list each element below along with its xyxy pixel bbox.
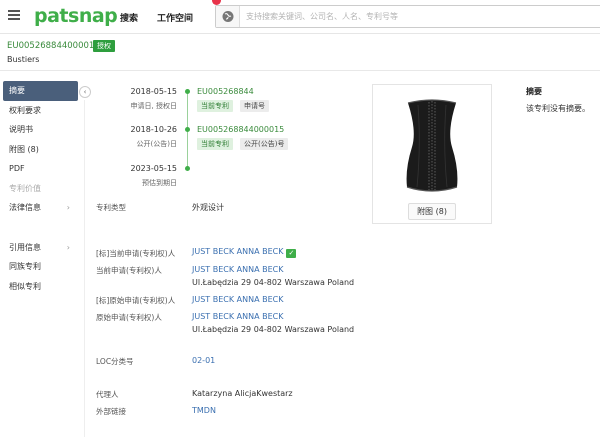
original-assignee-link[interactable]: JUST BECK ANNA BECK: [192, 312, 283, 321]
agent-label: 代理人: [96, 390, 119, 399]
external-link-label: 外部链接: [96, 407, 126, 416]
agent-value: Katarzyna AlicjaKwestarz: [192, 389, 293, 398]
sidebar-item-pdf[interactable]: PDF: [0, 159, 78, 179]
search-box[interactable]: 支持搜索关键词、公司名、人名、专利号等: [215, 5, 600, 28]
original-assignee-label: 原始申请(专利权)人: [96, 313, 162, 322]
sidebar-item-label: 相似专利: [9, 281, 41, 291]
verified-icon: ✓: [286, 249, 297, 258]
current-patent-tag: 当前专利: [197, 100, 233, 112]
menu-icon[interactable]: [8, 10, 20, 20]
patent-number: EU005268844000015: [7, 41, 100, 51]
application-number-link[interactable]: EU005268844: [197, 87, 254, 96]
top-bar: patsnap 搜索 工作空间 支持搜索关键词、公司名、人名、专利号等: [0, 0, 600, 34]
sidebar-item-label: 说明书: [9, 125, 33, 134]
patent-title: Bustiers: [7, 55, 40, 64]
timeline-date: 2018-10-26: [130, 125, 178, 134]
sidebar-item-label: 法律信息: [9, 203, 41, 212]
timeline-date-label: 预估到期日: [142, 179, 177, 187]
globe-icon[interactable]: [216, 6, 240, 27]
sidebar-item-label: 同族专利: [9, 262, 41, 271]
patent-header: EU005268844000015 授权 Bustiers: [0, 34, 600, 71]
status-badge: 授权: [93, 40, 115, 52]
sidebar: 摘要 权利要求 说明书 附图 (8) PDF 专利价值 法律信息 › 引用信息 › …: [0, 81, 78, 296]
timeline-dot: [185, 89, 190, 94]
timeline-dot: [185, 127, 190, 132]
collapse-sidebar-button[interactable]: ‹: [79, 86, 91, 98]
chevron-right-icon: ›: [66, 203, 70, 212]
sidebar-item-citations[interactable]: 引用信息 ›: [0, 238, 78, 258]
std-original-assignee-link[interactable]: JUST BECK ANNA BECK: [192, 295, 283, 304]
sidebar-item-label: 权利要求: [9, 105, 41, 115]
timeline-dot: [185, 166, 190, 171]
loc-label: LOC分类号: [96, 357, 134, 366]
drawing-caption: 附图 (8): [373, 203, 491, 220]
sidebar-item-label: 附图 (8): [9, 144, 39, 154]
current-patent-tag: 当前专利: [197, 138, 233, 150]
current-assignee-link[interactable]: JUST BECK ANNA BECK: [192, 265, 283, 274]
sidebar-item-legal[interactable]: 法律信息 ›: [0, 198, 78, 218]
sidebar-item-family[interactable]: 同族专利: [0, 257, 78, 277]
assignee-name[interactable]: JUST BECK ANNA BECK: [192, 247, 283, 256]
drawing-card[interactable]: 附图 (8): [372, 84, 492, 224]
patent-type-label: 专利类型: [96, 203, 126, 212]
current-assignee-address: Ul.Łabędzia 29 04-802 Warszawa Poland: [192, 278, 355, 287]
nav-search[interactable]: 搜索: [120, 11, 138, 24]
loc-link[interactable]: 02-01: [192, 356, 215, 365]
sidebar-item-description[interactable]: 说明书: [0, 120, 78, 140]
sidebar-item-label: 引用信息: [9, 242, 41, 252]
sidebar-item-similar[interactable]: 相似专利: [0, 277, 78, 297]
timeline-date-label: 申请日, 授权日: [130, 102, 177, 110]
logo[interactable]: patsnap: [34, 5, 118, 27]
patent-type-value: 外观设计: [192, 203, 224, 212]
sidebar-item-label: PDF: [9, 164, 25, 173]
sidebar-item-label: 摘要: [9, 86, 25, 95]
search-input[interactable]: 支持搜索关键词、公司名、人名、专利号等: [246, 11, 398, 22]
publication-number-tag: 公开(公告)号: [240, 138, 289, 150]
drawings-button[interactable]: 附图 (8): [408, 203, 456, 220]
std-original-assignee-label: [标]原始申请(专利权)人: [96, 296, 176, 305]
timeline-date: 2018-05-15: [130, 87, 178, 96]
application-number-tag: 申请号: [240, 100, 269, 112]
drawing-thumbnail[interactable]: [373, 91, 491, 203]
sidebar-item-claims[interactable]: 权利要求: [0, 101, 78, 121]
sidebar-item-label: 专利价值: [9, 183, 41, 193]
std-current-assignee-label: [标]当前申请(专利权)人: [96, 249, 176, 258]
abstract-text: 该专利没有摘要。: [526, 104, 590, 113]
current-assignee-label: 当前申请(专利权)人: [96, 266, 162, 275]
timeline-date-label: 公开(公告)日: [136, 140, 177, 148]
sidebar-item-abstract[interactable]: 摘要: [3, 81, 78, 101]
divider: [84, 100, 85, 437]
original-assignee-address: Ul.Łabędzia 29 04-802 Warszawa Poland: [192, 325, 355, 334]
abstract-title: 摘要: [526, 87, 542, 96]
timeline-date: 2023-05-15: [130, 164, 178, 173]
chevron-right-icon: ›: [66, 242, 70, 252]
external-link-tmdn[interactable]: TMDN: [192, 406, 216, 415]
sidebar-item-value: 专利价值: [0, 179, 78, 199]
nav-workspace[interactable]: 工作空间: [157, 11, 193, 24]
std-current-assignee-link[interactable]: JUST BECK ANNA BECK ✓: [192, 247, 297, 258]
sidebar-item-drawings[interactable]: 附图 (8): [0, 140, 78, 160]
publication-number-link[interactable]: EU005268844000015: [197, 125, 284, 134]
